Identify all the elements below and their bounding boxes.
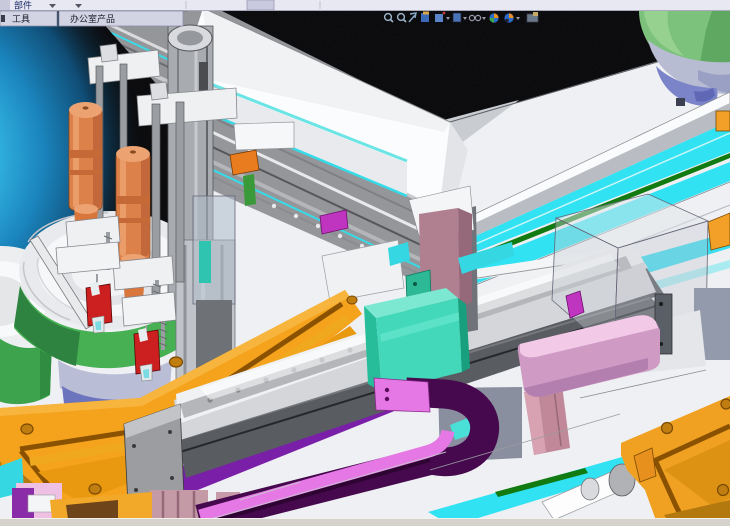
svg-text:部件: 部件 [14, 0, 32, 11]
svg-text:工具: 工具 [12, 14, 30, 24]
svg-text:办公室产品: 办公室产品 [70, 13, 115, 24]
